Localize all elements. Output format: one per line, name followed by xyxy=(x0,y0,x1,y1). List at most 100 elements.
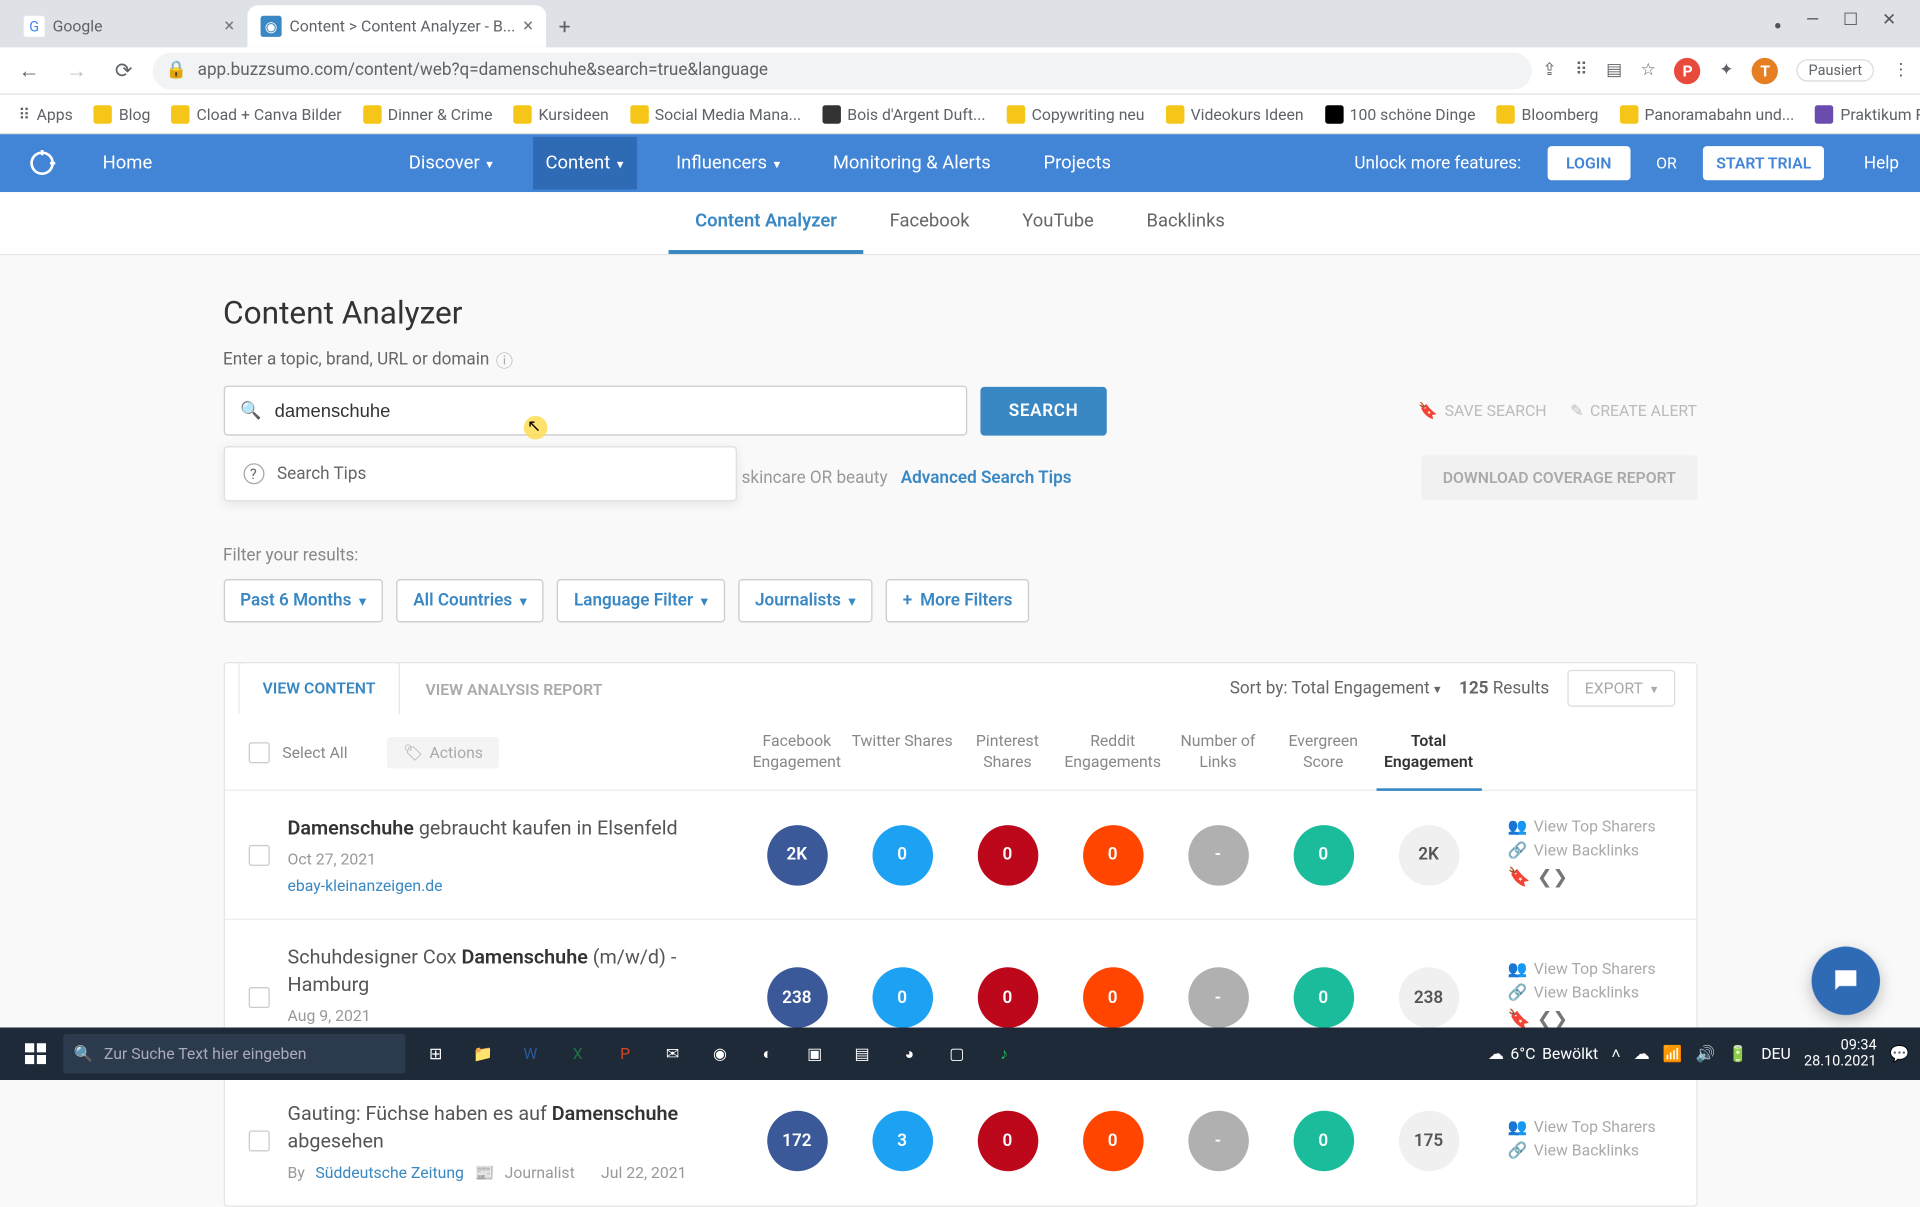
onedrive-icon[interactable]: ☁ xyxy=(1634,1044,1650,1062)
subtab-backlinks[interactable]: Backlinks xyxy=(1120,192,1251,254)
word-icon[interactable]: W xyxy=(508,1027,553,1080)
start-button[interactable] xyxy=(11,1027,61,1080)
filter-journalists[interactable]: Journalists xyxy=(738,579,873,622)
star-icon[interactable]: ☆ xyxy=(1641,61,1656,81)
search-tips-dropdown[interactable]: ? Search Tips xyxy=(223,446,736,501)
start-trial-button[interactable]: START TRIAL xyxy=(1703,146,1824,180)
back-button[interactable]: ← xyxy=(11,52,48,89)
mail-icon[interactable]: ✉ xyxy=(650,1027,695,1080)
author-link[interactable]: Süddeutsche Zeitung xyxy=(315,1164,464,1182)
close-icon[interactable]: × xyxy=(523,16,533,37)
taskbar-search[interactable]: 🔍 Zur Suche Text hier eingeben xyxy=(63,1034,405,1073)
address-bar[interactable]: 🔒 app.buzzsumo.com/content/web?q=damensc… xyxy=(153,52,1532,89)
nav-home[interactable]: Home xyxy=(89,137,165,190)
apps-button[interactable]: ⠿Apps xyxy=(11,101,81,127)
search-input[interactable] xyxy=(275,400,950,421)
puzzle-icon[interactable]: ✦ xyxy=(1719,61,1733,81)
share-icon[interactable]: ⇪ xyxy=(1542,61,1556,81)
bookmark-item[interactable]: Bloomberg xyxy=(1489,101,1607,127)
bookmark-item[interactable]: Blog xyxy=(86,101,158,127)
profile-status[interactable]: Pausiert xyxy=(1797,59,1874,81)
nav-influencers[interactable]: Influencers xyxy=(663,137,793,190)
new-tab-button[interactable]: + xyxy=(546,8,583,45)
nav-monitoring[interactable]: Monitoring & Alerts xyxy=(820,137,1004,190)
col-total[interactable]: Total Engagement xyxy=(1376,732,1481,791)
view-backlinks-link[interactable]: 🔗View Backlinks xyxy=(1507,1141,1672,1159)
wifi-icon[interactable]: 📶 xyxy=(1663,1044,1683,1062)
col-pinterest[interactable]: Pinterest Shares xyxy=(955,732,1060,774)
bookmark-item[interactable]: Videokurs Ideen xyxy=(1158,101,1312,127)
bookmark-item[interactable]: Kursideen xyxy=(506,101,617,127)
result-source[interactable]: ebay-kleinanzeigen.de xyxy=(288,877,722,895)
export-button[interactable]: EXPORT xyxy=(1568,670,1675,707)
bookmark-item[interactable]: Bois d'Argent Duft... xyxy=(814,101,993,127)
tray-chevron-icon[interactable]: ˄ xyxy=(1611,1044,1620,1062)
bookmark-item[interactable]: Social Media Mana... xyxy=(622,101,809,127)
login-button[interactable]: LOGIN xyxy=(1548,146,1630,180)
nav-projects[interactable]: Projects xyxy=(1030,137,1124,190)
task-view-icon[interactable]: ⊞ xyxy=(413,1027,458,1080)
subtab-facebook[interactable]: Facebook xyxy=(863,192,996,254)
advanced-tips-link[interactable]: Advanced Search Tips xyxy=(901,468,1072,488)
app-icon[interactable]: ▤ xyxy=(840,1027,885,1080)
extension-icon-p[interactable]: P xyxy=(1674,57,1700,83)
bookmark-item[interactable]: Copywriting neu xyxy=(999,101,1153,127)
save-search-button[interactable]: 🔖 SAVE SEARCH xyxy=(1418,401,1546,419)
browser-tab-google[interactable]: G Google × xyxy=(11,5,248,47)
battery-icon[interactable]: 🔋 xyxy=(1728,1044,1748,1062)
chat-fab[interactable] xyxy=(1812,947,1880,1015)
create-alert-button[interactable]: ✎ CREATE ALERT xyxy=(1570,401,1697,419)
minimize-button[interactable]: — xyxy=(1806,11,1819,43)
spotify-icon[interactable]: ♪ xyxy=(982,1027,1027,1080)
filter-language[interactable]: Language Filter xyxy=(557,579,725,622)
app-icon[interactable]: ◐ xyxy=(745,1027,790,1080)
maximize-button[interactable]: ☐ xyxy=(1843,11,1858,43)
search-box[interactable]: 🔍 xyxy=(223,386,967,436)
menu-icon[interactable]: ⋮ xyxy=(1892,61,1909,81)
download-coverage-button[interactable]: DOWNLOAD COVERAGE REPORT xyxy=(1422,455,1697,500)
share-icon[interactable]: ❮❯ xyxy=(1537,867,1568,888)
col-facebook[interactable]: Facebook Engagement xyxy=(744,732,849,774)
more-filters-button[interactable]: +More Filters xyxy=(886,579,1030,622)
subtab-content-analyzer[interactable]: Content Analyzer xyxy=(669,192,864,254)
row-checkbox[interactable] xyxy=(248,1131,269,1152)
col-evergreen[interactable]: Evergreen Score xyxy=(1271,732,1376,774)
weather-widget[interactable]: ☁ 6°C Bewölkt xyxy=(1488,1044,1598,1062)
col-twitter[interactable]: Twitter Shares xyxy=(849,732,954,774)
explorer-icon[interactable]: 📁 xyxy=(461,1027,506,1080)
col-reddit[interactable]: Reddit Engagements xyxy=(1060,732,1165,774)
nav-content[interactable]: Content xyxy=(532,137,636,190)
view-sharers-link[interactable]: 👥View Top Sharers xyxy=(1507,817,1672,835)
result-title[interactable]: Gauting: Füchse haben es auf Damenschuhe… xyxy=(288,1100,722,1155)
view-backlinks-link[interactable]: 🔗View Backlinks xyxy=(1507,983,1672,1001)
profile-avatar[interactable]: T xyxy=(1752,57,1778,83)
translate-icon[interactable]: ⠿ xyxy=(1575,61,1588,81)
buzzsumo-logo[interactable] xyxy=(21,142,63,184)
tab-view-content[interactable]: VIEW CONTENT xyxy=(238,662,401,715)
actions-dropdown[interactable]: 🏷Actions xyxy=(387,737,499,769)
forward-button[interactable]: → xyxy=(58,52,95,89)
close-icon[interactable]: × xyxy=(224,16,234,37)
search-button[interactable]: SEARCH xyxy=(980,386,1108,435)
dot-icon[interactable]: • xyxy=(1773,11,1782,43)
bookmark-item[interactable]: Praktikum Projektm... xyxy=(1808,101,1920,127)
volume-icon[interactable]: 🔊 xyxy=(1696,1044,1716,1062)
bookmark-item[interactable]: Panoramabahn und... xyxy=(1612,101,1803,127)
close-window-button[interactable]: ✕ xyxy=(1882,11,1896,43)
bookmark-item[interactable]: 100 schöne Dinge xyxy=(1317,101,1484,127)
sort-by-dropdown[interactable]: Sort by: Total Engagement xyxy=(1230,678,1441,698)
bookmark-icon[interactable]: 🔖 xyxy=(1507,867,1530,888)
filter-countries[interactable]: All Countries xyxy=(396,579,544,622)
language-indicator[interactable]: DEU xyxy=(1761,1044,1791,1062)
notifications-icon[interactable]: 💬 xyxy=(1890,1044,1910,1062)
subtab-youtube[interactable]: YouTube xyxy=(996,192,1120,254)
edge-icon[interactable]: ◕ xyxy=(887,1027,932,1080)
filter-timeframe[interactable]: Past 6 Months xyxy=(223,579,383,622)
chrome-icon[interactable]: ◉ xyxy=(697,1027,742,1080)
app-icon[interactable]: ▢ xyxy=(934,1027,979,1080)
tab-view-analysis[interactable]: VIEW ANALYSIS REPORT xyxy=(400,663,627,714)
result-title[interactable]: Damenschuhe gebraucht kaufen in Elsenfel… xyxy=(288,815,722,843)
result-title[interactable]: Schuhdesigner Cox Damenschuhe (m/w/d) - … xyxy=(288,944,722,999)
app-icon[interactable]: ▣ xyxy=(792,1027,837,1080)
reader-icon[interactable]: ▤ xyxy=(1606,61,1622,81)
